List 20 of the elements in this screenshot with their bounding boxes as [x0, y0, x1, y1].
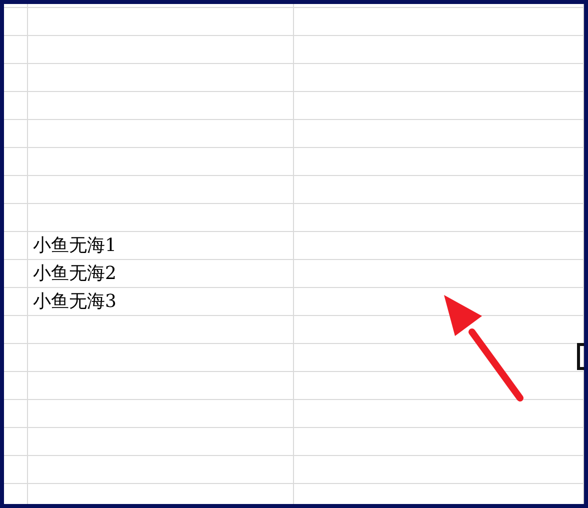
- table-cell: [4, 344, 28, 372]
- table-cell: [4, 260, 28, 288]
- table-cell: [4, 176, 28, 204]
- table-cell: 小鱼无海1: [28, 232, 294, 260]
- table-cell: [4, 36, 28, 64]
- table-cell: [4, 288, 28, 316]
- table-cell: [4, 64, 28, 92]
- table-cell: [4, 428, 28, 456]
- table-cell: [4, 316, 28, 344]
- table-cell: [4, 400, 28, 428]
- table-cell: [4, 8, 28, 36]
- table-cell: [4, 456, 28, 484]
- table-cell: [4, 148, 28, 176]
- table-cell: [4, 120, 28, 148]
- table-cell: [4, 232, 28, 260]
- table-cell: 小鱼无海3: [28, 288, 294, 316]
- table-cell: 小鱼无海2: [28, 260, 294, 288]
- table-cell: [4, 372, 28, 400]
- table-cell: [4, 204, 28, 232]
- table-cell: [4, 92, 28, 120]
